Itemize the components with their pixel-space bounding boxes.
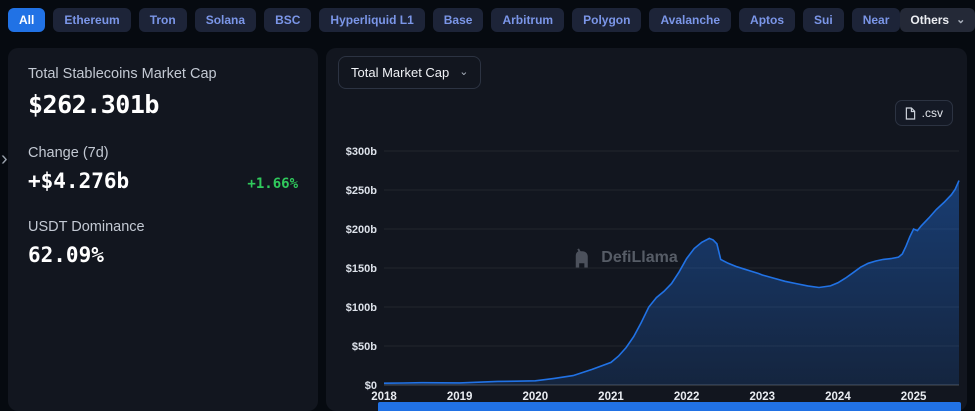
usdt-dominance-value: 62.09% [28, 243, 298, 267]
chain-filter-bar: All Ethereum Tron Solana BSC Hyperliquid L1 Ba… [0, 0, 975, 40]
market-cap-value: $262.301b [28, 90, 298, 119]
chain-filter-hyperliquid-l1[interactable]: Hyperliquid L1 [319, 8, 424, 32]
svg-text:$150b: $150b [346, 263, 377, 275]
chain-filter-base[interactable]: Base [433, 8, 484, 32]
usdt-dominance-label: USDT Dominance [28, 219, 298, 235]
change-value: +$4.276b [28, 169, 129, 193]
svg-text:$200b: $200b [346, 224, 377, 236]
chevron-down-icon: ⌄ [459, 67, 468, 78]
chevron-down-icon: ⌄ [956, 15, 965, 26]
svg-text:$100b: $100b [346, 302, 377, 314]
download-csv-button[interactable]: .csv [895, 100, 953, 126]
chart-area[interactable]: $0$50b$100b$150b$200b$250b$300b201820192… [336, 100, 961, 404]
csv-label: .csv [922, 106, 943, 120]
chain-filter-list: All Ethereum Tron Solana BSC Hyperliquid L1 Ba… [8, 8, 900, 32]
others-dropdown[interactable]: Others ⌄ [900, 8, 975, 32]
chain-filter-ethereum[interactable]: Ethereum [53, 8, 130, 32]
change-group: Change (7d) +$4.276b +1.66% [28, 145, 298, 193]
chain-filter-polygon[interactable]: Polygon [572, 8, 641, 32]
panel-expand-chevron[interactable]: › [1, 148, 8, 171]
svg-text:$50b: $50b [352, 341, 377, 353]
chain-filter-aptos[interactable]: Aptos [739, 8, 795, 32]
stats-panel: Total Stablecoins Market Cap $262.301b C… [8, 48, 318, 411]
svg-text:$300b: $300b [346, 146, 377, 158]
dominance-group: USDT Dominance 62.09% [28, 219, 298, 267]
chart-zoom-slider[interactable] [378, 402, 961, 411]
market-cap-label: Total Stablecoins Market Cap [28, 66, 298, 82]
change-label: Change (7d) [28, 145, 298, 161]
chart-panel: Total Market Cap ⌄ .csv $0$50b$100b$150b… [326, 48, 967, 411]
stablecoins-market-cap-chart[interactable]: $0$50b$100b$150b$200b$250b$300b201820192… [336, 100, 961, 404]
others-label: Others [910, 13, 949, 27]
chain-filter-sui[interactable]: Sui [803, 8, 844, 32]
chain-filter-solana[interactable]: Solana [195, 8, 256, 32]
chain-filter-bsc[interactable]: BSC [264, 8, 311, 32]
change-percent-badge: +1.66% [247, 176, 298, 192]
chart-metric-selector[interactable]: Total Market Cap ⌄ [338, 56, 481, 89]
chain-filter-all[interactable]: All [8, 8, 45, 32]
chain-filter-arbitrum[interactable]: Arbitrum [491, 8, 564, 32]
chain-filter-tron[interactable]: Tron [139, 8, 187, 32]
svg-text:$250b: $250b [346, 185, 377, 197]
chart-metric-label: Total Market Cap [351, 65, 449, 80]
chain-filter-avalanche[interactable]: Avalanche [649, 8, 731, 32]
chain-filter-near[interactable]: Near [852, 8, 901, 32]
file-icon [905, 107, 916, 120]
market-cap-group: Total Stablecoins Market Cap $262.301b [28, 66, 298, 119]
